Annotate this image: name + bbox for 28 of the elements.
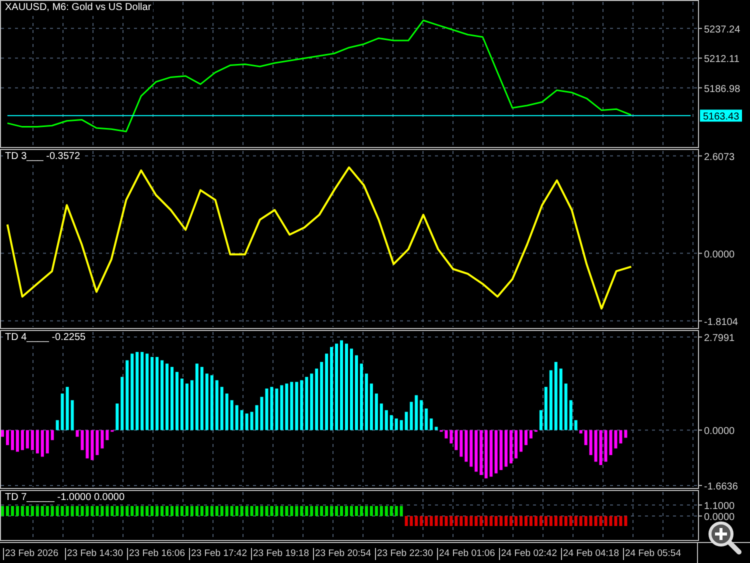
y-tick-label: 5163.43 [703,112,740,123]
indicator-label: TD 4____ -0.2255 [3,332,88,344]
indicator-label: TD 3___ -0.3572 [3,151,82,163]
time-label: 24 Feb 01:06 [437,548,499,560]
current-price-label: 5163.43 [700,110,742,123]
axis-label: 5186.98 [704,84,740,95]
axis-label: -1.6636 [704,481,738,490]
time-label: 23 Feb 2026 [3,548,65,560]
axis-label: 5212.11 [704,54,740,66]
time-label: 23 Feb 14:30 [65,548,127,560]
time-label: 23 Feb 17:42 [189,548,251,560]
time-label: 23 Feb 22:30 [375,548,437,560]
time-label: 24 Feb 05:54 [623,548,685,560]
axis-label: 2.6073 [704,152,735,163]
axis-label: 1.1000 [704,501,735,512]
axis-label: 0.0000 [704,249,735,260]
axis-label: 2.7991 [704,333,735,344]
chart-title: XAUUSD, M6: Gold vs US Dollar [3,2,154,14]
axis-label: -1.8104 [704,316,738,328]
time-label: 23 Feb 20:54 [313,548,375,560]
indicator-label: TD 7_____ -1.0000 0.0000 [3,492,127,504]
time-label: 24 Feb 02:42 [499,548,561,560]
axis-label: 0.0000 [704,512,735,523]
time-label: 23 Feb 19:18 [251,548,313,560]
time-label: 24 Feb 04:18 [561,548,623,560]
axis-label: 0.0000 [704,426,735,438]
axis-label: 5237.24 [704,24,740,36]
time-label: 23 Feb 16:06 [127,548,189,560]
